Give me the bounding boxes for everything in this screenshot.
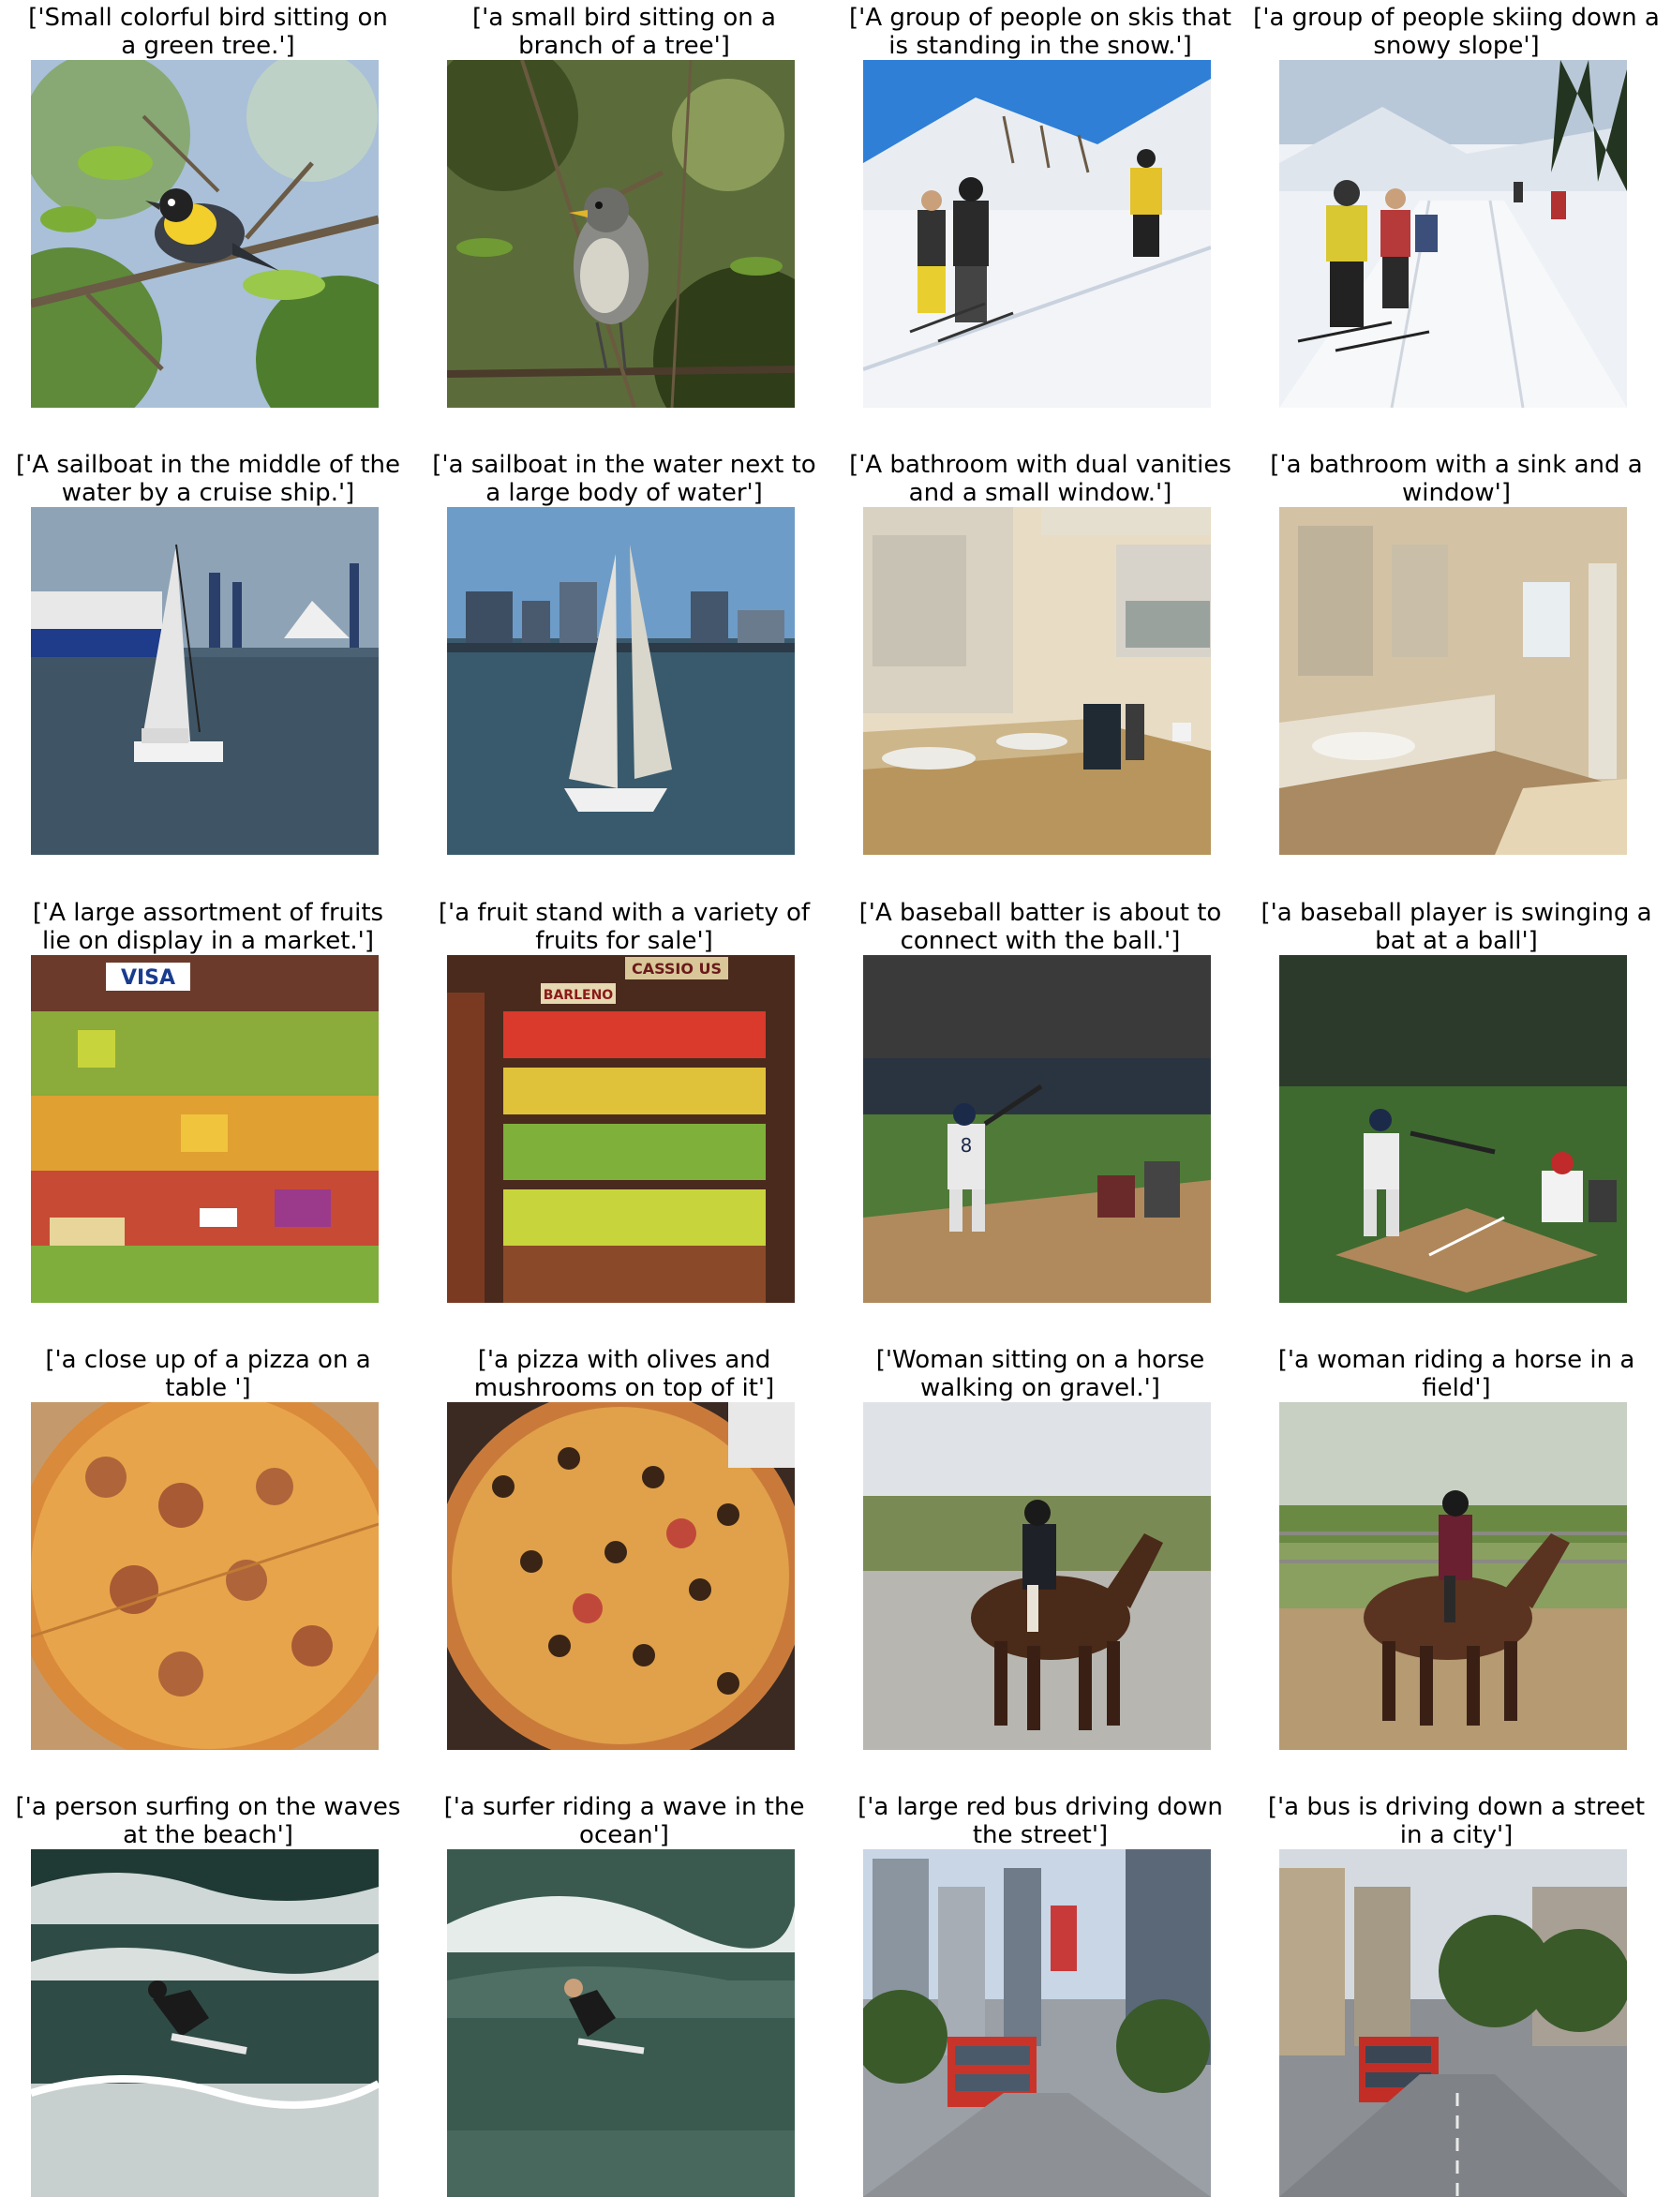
image-caption: ['A sailboat in the middle of the water … bbox=[15, 451, 400, 507]
image-caption: ['a large red bus driving down the stree… bbox=[858, 1793, 1223, 1849]
image-caption: ['a pizza with olives and mushrooms on t… bbox=[473, 1346, 775, 1402]
grid-cell-14: ['a pizza with olives and mushrooms on t… bbox=[416, 1342, 832, 1755]
photo-skiers-down-slope bbox=[1279, 60, 1627, 408]
photo-woman-riding-horse-field bbox=[1279, 1402, 1627, 1750]
image-caption: ['a baseball player is swinging a bat at… bbox=[1261, 899, 1652, 955]
grid-cell-16: ['a woman riding a horse in a field'] bbox=[1248, 1342, 1664, 1755]
grid-cell-4: ['a group of people skiing down a snowy … bbox=[1248, 0, 1664, 412]
image-caption: ['a close up of a pizza on a table '] bbox=[45, 1346, 371, 1402]
grid-cell-3: ['A group of people on skis that is stan… bbox=[832, 0, 1248, 412]
grid-cell-8: ['a bathroom with a sink and a window'] bbox=[1248, 447, 1664, 859]
photo-fruit-market-display: VISA bbox=[31, 955, 379, 1303]
image-caption: ['A baseball batter is about to connect … bbox=[858, 899, 1222, 955]
image-caption: ['a sailboat in the water next to a larg… bbox=[432, 451, 816, 507]
image-caption: ['a fruit stand with a variety of fruits… bbox=[438, 899, 811, 955]
fruit-stand-sign-2: BARLENO bbox=[544, 988, 613, 1003]
image-caption: ['a bus is driving down a street in a ci… bbox=[1267, 1793, 1646, 1849]
photo-bathroom-dual-vanities bbox=[863, 507, 1211, 855]
grid-cell-11: ['A baseball batter is about to connect … bbox=[832, 895, 1248, 1308]
grid-cell-6: ['a sailboat in the water next to a larg… bbox=[416, 447, 832, 859]
grid-cell-15: ['Woman sitting on a horse walking on gr… bbox=[832, 1342, 1248, 1755]
grid-cell-5: ['A sailboat in the middle of the water … bbox=[0, 447, 416, 859]
grid-cell-7: ['A bathroom with dual vanities and a sm… bbox=[832, 447, 1248, 859]
image-caption: ['a surfer riding a wave in the ocean'] bbox=[443, 1793, 805, 1849]
image-caption: ['Small colorful bird sitting on a green… bbox=[28, 4, 388, 60]
photo-sailboat-by-cruise-ship bbox=[31, 507, 379, 855]
fruit-stand-sign: CASSIO US bbox=[632, 960, 722, 978]
photo-pizza-olives-mushrooms bbox=[447, 1402, 795, 1750]
photo-surfer-on-waves bbox=[31, 1849, 379, 2197]
grid-cell-10: ['a fruit stand with a variety of fruits… bbox=[416, 895, 832, 1308]
photo-bird-on-branch bbox=[31, 60, 379, 408]
image-caption: ['A large assortment of fruits lie on di… bbox=[32, 899, 384, 955]
photo-fruit-stand: CASSIO US BARLENO bbox=[447, 955, 795, 1303]
grid-cell-12: ['a baseball player is swinging a bat at… bbox=[1248, 895, 1664, 1308]
photo-pizza-closeup bbox=[31, 1402, 379, 1750]
grid-cell-17: ['a person surfing on the waves at the b… bbox=[0, 1789, 416, 2202]
image-caption: ['a group of people skiing down a snowy … bbox=[1253, 4, 1660, 60]
grid-cell-13: ['a close up of a pizza on a table '] bbox=[0, 1342, 416, 1755]
photo-red-bus-street bbox=[863, 1849, 1211, 2197]
image-caption: ['a person surfing on the waves at the b… bbox=[15, 1793, 401, 1849]
image-caption: ['a small bird sitting on a branch of a … bbox=[472, 4, 776, 60]
photo-baseball-swing bbox=[1279, 955, 1627, 1303]
image-caption: ['A group of people on skis that is stan… bbox=[849, 4, 1231, 60]
grid-cell-18: ['a surfer riding a wave in the ocean'] bbox=[416, 1789, 832, 2202]
photo-surfer-riding-wave bbox=[447, 1849, 795, 2197]
photo-bathroom-sink-window bbox=[1279, 507, 1627, 855]
grid-cell-2: ['a small bird sitting on a branch of a … bbox=[416, 0, 832, 412]
photo-skiers-on-snow bbox=[863, 60, 1211, 408]
photo-bus-city-street bbox=[1279, 1849, 1627, 2197]
photo-woman-on-horse-gravel bbox=[863, 1402, 1211, 1750]
visa-sign: VISA bbox=[121, 966, 175, 990]
image-caption: ['a woman riding a horse in a field'] bbox=[1277, 1346, 1635, 1402]
photo-baseball-batter: 8 bbox=[863, 955, 1211, 1303]
image-caption: ['a bathroom with a sink and a window'] bbox=[1270, 451, 1643, 507]
jersey-number: 8 bbox=[961, 1134, 973, 1157]
image-caption: ['Woman sitting on a horse walking on gr… bbox=[875, 1346, 1205, 1402]
photo-sailboat-near-city bbox=[447, 507, 795, 855]
grid-cell-9: ['A large assortment of fruits lie on di… bbox=[0, 895, 416, 1308]
grid-cell-19: ['a large red bus driving down the stree… bbox=[832, 1789, 1248, 2202]
image-caption: ['A bathroom with dual vanities and a sm… bbox=[849, 451, 1231, 507]
photo-bird-on-branch-generated bbox=[447, 60, 795, 408]
grid-cell-1: ['Small colorful bird sitting on a green… bbox=[0, 0, 416, 412]
grid-cell-20: ['a bus is driving down a street in a ci… bbox=[1248, 1789, 1664, 2202]
